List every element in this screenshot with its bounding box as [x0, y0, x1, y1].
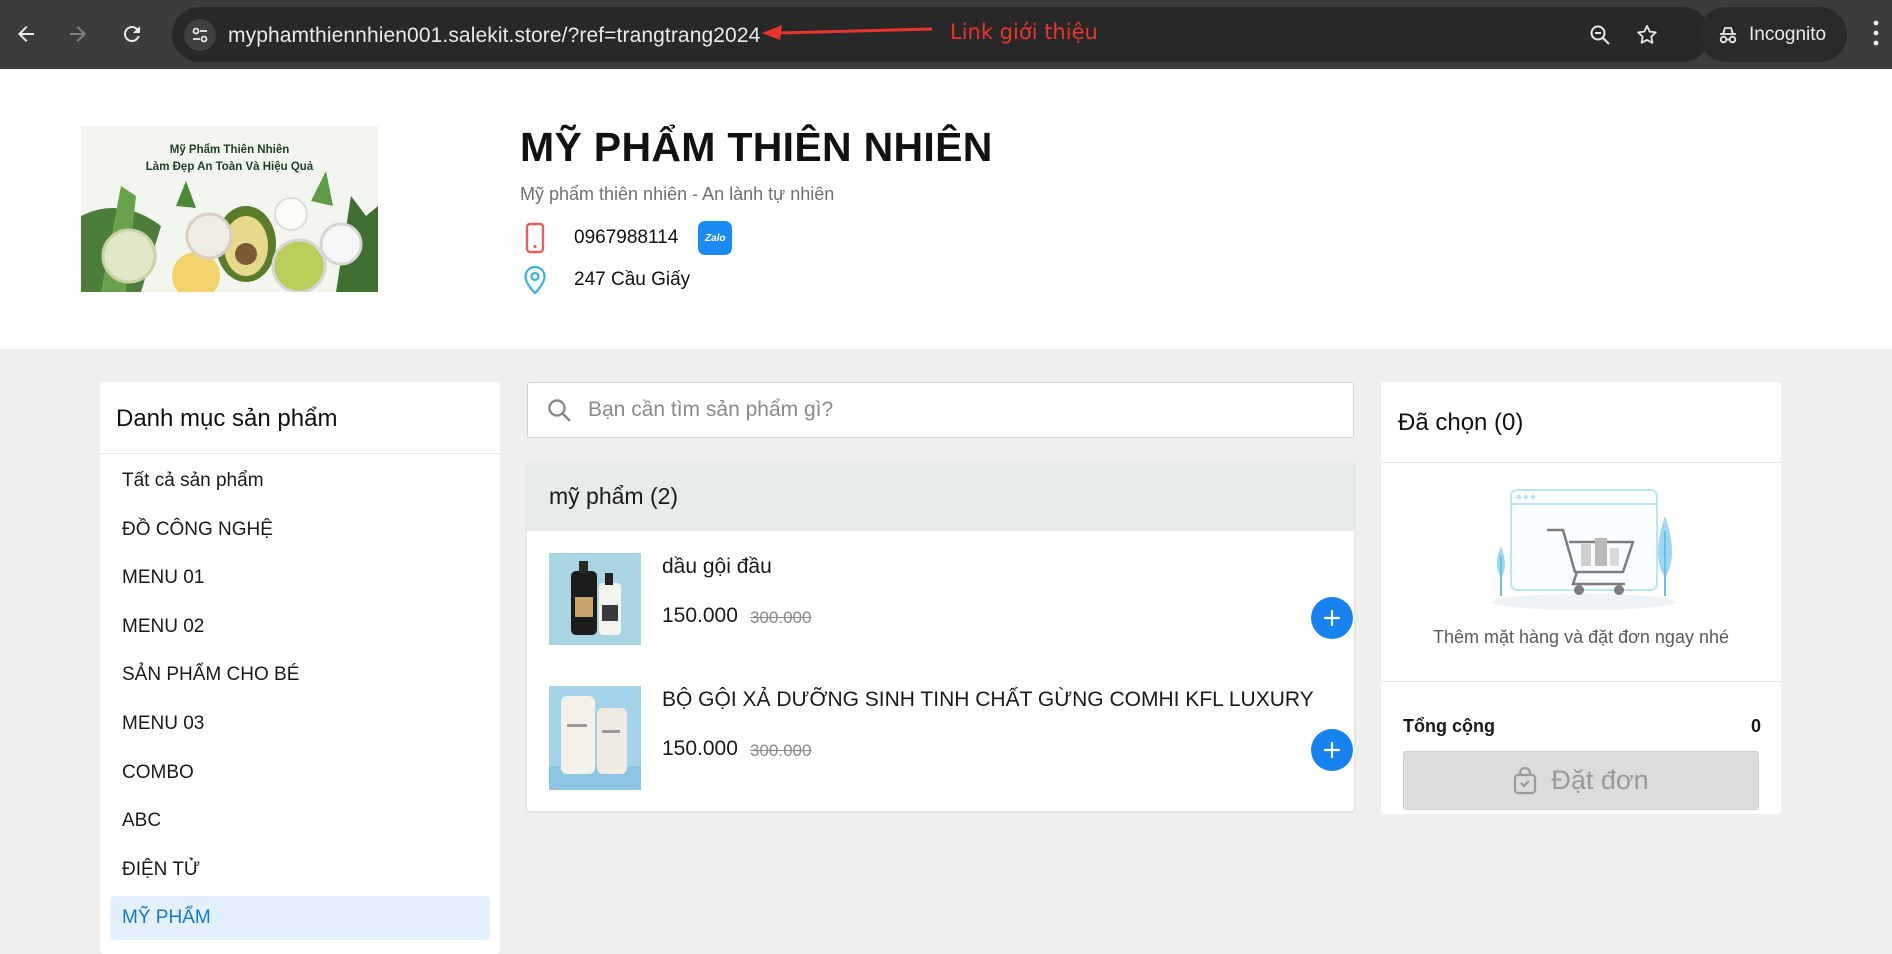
- address-bar[interactable]: myphamthiennhien001.salekit.store/?ref=t…: [172, 7, 1710, 62]
- divider: [1381, 681, 1781, 682]
- product-old-price: 300.000: [750, 608, 812, 627]
- add-to-cart-button[interactable]: [1311, 597, 1353, 639]
- back-icon[interactable]: [8, 16, 44, 52]
- category-item-menu-03[interactable]: MENU 03: [110, 702, 490, 746]
- product-old-price: 300.000: [750, 741, 812, 760]
- more-icon[interactable]: [1872, 18, 1880, 53]
- category-sidebar: Danh mục sản phẩm Tất cả sản phẩm ĐỒ CÔN…: [100, 382, 500, 954]
- url-text[interactable]: myphamthiennhien001.salekit.store/?ref=t…: [228, 24, 760, 48]
- category-item-abc[interactable]: ABC: [110, 799, 490, 843]
- total-label: Tổng cộng: [1403, 716, 1495, 736]
- banner-line-1: Mỹ Phẩm Thiên Nhiên: [169, 144, 290, 156]
- empty-cart-illustration-icon: [1492, 489, 1676, 610]
- category-item-my-pham[interactable]: MỸ PHẨM: [110, 896, 490, 941]
- plus-icon: [1323, 609, 1341, 627]
- address-text: 247 Cầu Giấy: [574, 269, 691, 290]
- store-banner: Mỹ Phẩm Thiên Nhiên Làm Đẹp An Toàn Và H…: [81, 126, 378, 292]
- product-group: mỹ phẩm (2) dầu gội đầu 150.000 300.000: [527, 461, 1354, 811]
- tune-icon[interactable]: [184, 19, 216, 51]
- product-name[interactable]: dầu gội đầu: [662, 555, 772, 579]
- category-item-menu-01[interactable]: MENU 01: [110, 556, 490, 600]
- product-price: 150.000: [662, 604, 738, 627]
- sidebar-title: Danh mục sản phẩm: [116, 405, 338, 432]
- product-image[interactable]: [549, 553, 641, 645]
- reload-icon[interactable]: [114, 16, 150, 52]
- phone-icon: [520, 222, 550, 254]
- annotation-arrow-icon: [762, 25, 933, 40]
- incognito-badge[interactable]: Incognito: [1699, 7, 1847, 62]
- place-order-label: Đặt đơn: [1551, 765, 1649, 795]
- category-item-menu-02[interactable]: MENU 02: [110, 605, 490, 649]
- cart-panel: Đã chọn (0) Thêm mặt hàng và đặt đơn nga…: [1381, 382, 1781, 814]
- category-item-do-cong-nghe[interactable]: ĐỒ CÔNG NGHỆ: [110, 508, 490, 552]
- search-icon: [546, 397, 572, 423]
- category-list: Tất cả sản phẩm ĐỒ CÔNG NGHỆ MENU 01 MEN…: [110, 459, 490, 945]
- total-value: 0: [1750, 716, 1761, 736]
- incognito-icon: [1717, 24, 1739, 46]
- cart-title: Đã chọn (0): [1398, 409, 1524, 436]
- divider: [100, 453, 500, 454]
- divider: [1381, 462, 1781, 463]
- browser-toolbar: myphamthiennhien001.salekit.store/?ref=t…: [0, 0, 1892, 69]
- shopping-bag-icon: [1513, 766, 1537, 795]
- address-row: 247 Cầu Giấy: [520, 265, 690, 295]
- location-pin-icon: [520, 265, 550, 295]
- store-page: Mỹ Phẩm Thiên Nhiên Làm Đẹp An Toàn Và H…: [0, 69, 1892, 954]
- category-item-san-pham-cho-be[interactable]: SẢN PHẨM CHO BÉ: [110, 653, 490, 697]
- annotation-label: Link giới thiệu: [950, 20, 1098, 44]
- search-box: [527, 382, 1354, 438]
- store-slogan: Mỹ phẩm thiên nhiên - An lành tự nhiên: [520, 184, 835, 204]
- zalo-icon[interactable]: Zalo: [698, 221, 733, 255]
- product-price: 150.000: [662, 737, 738, 760]
- product-item[interactable]: dầu gội đầu 150.000 300.000: [549, 553, 1353, 659]
- plus-icon: [1323, 741, 1341, 759]
- product-item[interactable]: BỘ GỘI XẢ DƯỠNG SINH TINH CHẤT GỪNG COMH…: [549, 686, 1353, 792]
- cart-empty-message: Thêm mặt hàng và đặt đơn ngay nhé: [1433, 627, 1729, 647]
- category-item-all[interactable]: Tất cả sản phẩm: [110, 459, 490, 503]
- place-order-button[interactable]: Đặt đơn: [1403, 751, 1759, 810]
- group-header: mỹ phẩm (2): [527, 461, 1354, 531]
- zalo-label: Zalo: [704, 232, 726, 244]
- product-image[interactable]: [549, 686, 641, 790]
- phone-row: 0967988114 Zalo: [520, 221, 733, 255]
- add-to-cart-button[interactable]: [1311, 729, 1353, 771]
- search-input[interactable]: [588, 398, 1288, 422]
- store-title: MỸ PHẨM THIÊN NHIÊN: [520, 124, 993, 170]
- category-item-dien-tu[interactable]: ĐIỆN TỬ: [110, 848, 490, 892]
- store-header: Mỹ Phẩm Thiên Nhiên Làm Đẹp An Toàn Và H…: [0, 69, 1892, 349]
- zoom-icon[interactable]: [1586, 21, 1614, 49]
- forward-icon[interactable]: [60, 16, 96, 52]
- banner-line-2: Làm Đẹp An Toàn Và Hiệu Quả: [145, 161, 314, 173]
- star-icon[interactable]: [1633, 21, 1661, 49]
- category-item-combo[interactable]: COMBO: [110, 751, 490, 795]
- incognito-label: Incognito: [1749, 23, 1827, 45]
- product-name[interactable]: BỘ GỘI XẢ DƯỠNG SINH TINH CHẤT GỪNG COMH…: [662, 688, 1314, 712]
- phone-number[interactable]: 0967988114: [574, 227, 678, 249]
